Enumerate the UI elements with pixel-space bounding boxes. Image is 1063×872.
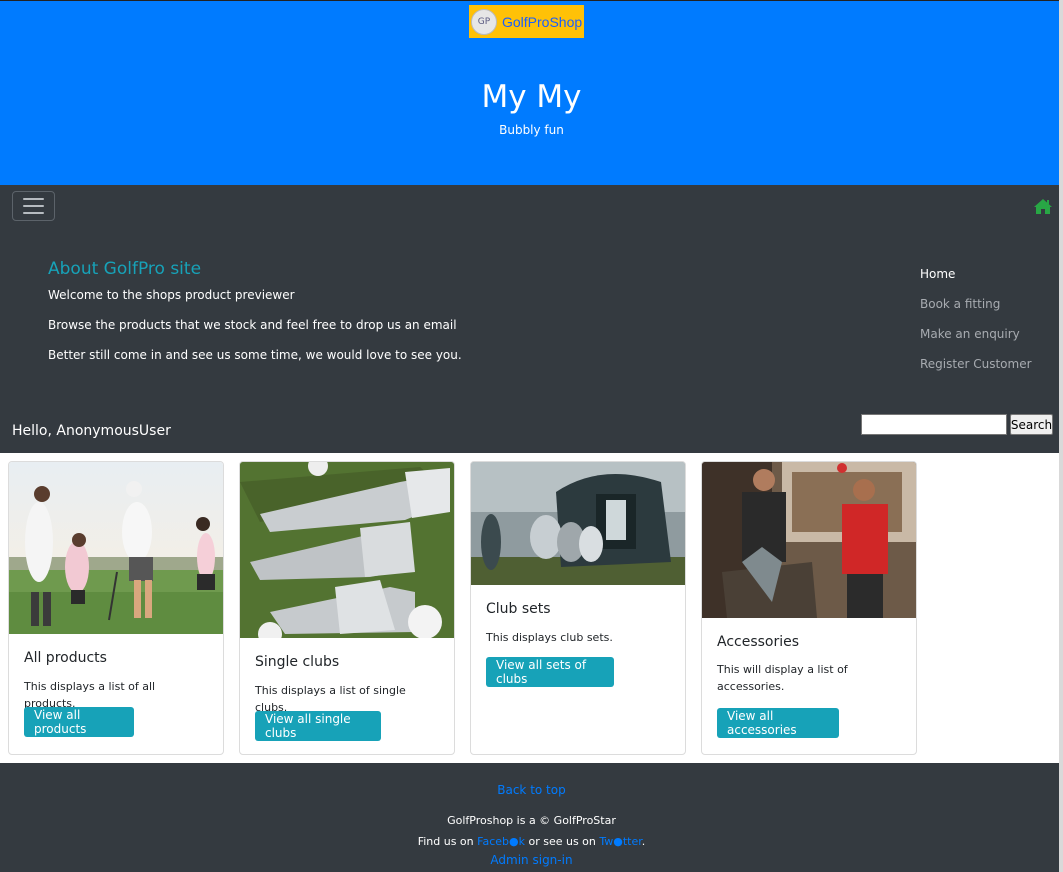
pro-shop-photo [702, 462, 916, 618]
nav-link-register-customer[interactable]: Register Customer [920, 357, 1032, 371]
twitter-link[interactable]: Tw●tter [599, 835, 641, 848]
hamburger-icon-line [23, 212, 44, 214]
page-scrollbar[interactable] [1059, 0, 1063, 872]
family-golf-photo [9, 462, 223, 634]
search-input[interactable] [861, 414, 1007, 435]
golf-irons-photo [240, 462, 454, 638]
nav-link-book-fitting[interactable]: Book a fitting [920, 297, 1000, 311]
view-all-products-button[interactable]: View all products [24, 707, 134, 737]
card-accessories: Accessories This will display a list of … [701, 461, 917, 755]
card-text: This displays club sets. [486, 631, 613, 644]
brand-name: GolfProShop [502, 13, 583, 30]
back-to-top-row: Back to top [0, 783, 1063, 797]
card-text: This will display a list of accessories. [717, 663, 848, 693]
hamburger-icon-line [23, 205, 44, 207]
search-button[interactable]: Search [1010, 414, 1053, 435]
find-us-suffix: . [641, 835, 646, 848]
admin-row: Admin sign-in [0, 853, 1063, 867]
golf-ball-logo-icon: GP [471, 8, 497, 35]
find-us-prefix: Find us on [417, 835, 478, 848]
social-links-row: Find us on Faceb●k or see us on Tw●tter. [0, 835, 1063, 848]
about-line-1: Welcome to the shops product previewer [48, 288, 295, 302]
golf-bag-photo [471, 462, 685, 585]
navbar-toggle-button[interactable] [12, 191, 55, 221]
about-line-2: Browse the products that we stock and fe… [48, 318, 457, 332]
hamburger-icon [23, 198, 44, 200]
about-line-3: Better still come in and see us some tim… [48, 348, 462, 362]
page-title: My My [481, 79, 582, 115]
card-club-sets: Club sets This displays club sets. View … [470, 461, 686, 755]
admin-sign-in-link[interactable]: Admin sign-in [490, 853, 572, 867]
nav-link-make-enquiry[interactable]: Make an enquiry [920, 327, 1020, 341]
nav-link-home[interactable]: Home [920, 267, 955, 281]
brand-logo-link[interactable]: GP GolfProShop [469, 5, 584, 38]
card-title: Club sets [486, 601, 551, 617]
user-greeting: Hello, AnonymousUser [12, 423, 171, 439]
about-heading: About GolfPro site [48, 259, 202, 279]
page-subtitle: Bubbly fun [499, 123, 564, 137]
card-title: Accessories [717, 634, 800, 650]
card-title: All products [24, 650, 107, 666]
card-single-clubs: Single clubs This displays a list of sin… [239, 461, 455, 755]
facebook-link[interactable]: Faceb●k [477, 835, 525, 848]
find-us-mid: or see us on [524, 835, 600, 848]
view-all-sets-button[interactable]: View all sets of clubs [486, 657, 614, 687]
view-all-accessories-button[interactable]: View all accessories [717, 708, 839, 738]
card-all-products: All products This displays a list of all… [8, 461, 224, 755]
copyright-text: GolfProshop is a © GolfProStar [447, 814, 616, 827]
home-icon[interactable] [1034, 198, 1052, 214]
view-all-single-clubs-button[interactable]: View all single clubs [255, 711, 381, 741]
card-title: Single clubs [255, 654, 340, 670]
product-cards-section: All products This displays a list of all… [0, 453, 1059, 763]
hero-banner: GP GolfProShop My My Bubbly fun [0, 0, 1063, 185]
back-to-top-link[interactable]: Back to top [497, 783, 565, 797]
